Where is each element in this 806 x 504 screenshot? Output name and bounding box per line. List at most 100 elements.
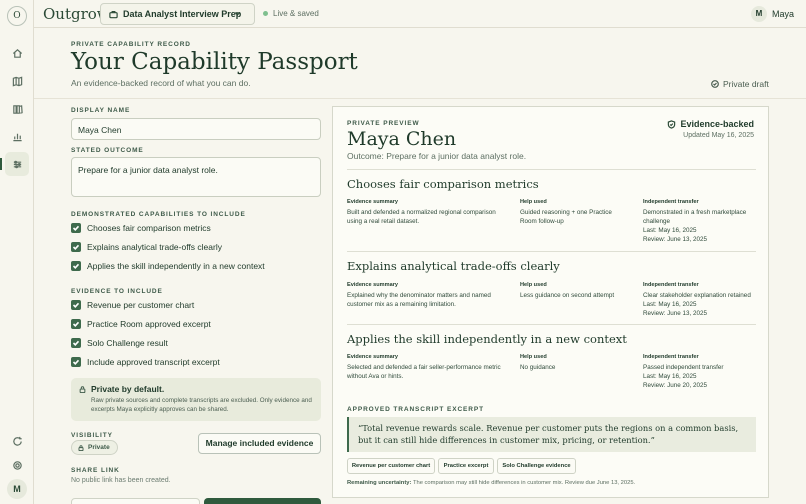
transfer-heading: Independent transfer [643,354,699,360]
chart-icon[interactable] [8,127,26,145]
evidence-summary-heading: Evidence summary [347,354,398,360]
badge-label: Evidence-backed [680,119,754,129]
evidence-summary-heading: Evidence summary [347,282,398,288]
evidence-summary: Evidence summary Built and defended a no… [347,198,507,226]
display-name-input[interactable]: Maya Chen [71,118,321,140]
independent-transfer: Independent transfer Passed independent … [643,353,758,390]
evidence-checkbox[interactable]: Solo Challenge result [71,338,168,348]
capability-checkbox[interactable]: Chooses fair comparison metrics [71,223,211,233]
check-icon [72,340,80,346]
check-circle-icon [711,80,719,88]
chevron-down-icon [234,12,241,16]
remaining-uncertainty: Remaining uncertainty: The comparison ma… [347,480,635,486]
user-menu[interactable]: M Maya [750,6,794,22]
lock-icon [79,386,86,393]
help-used-text: Less guidance on second attempt [520,292,615,299]
checkbox[interactable] [71,300,81,310]
help-used-heading: Help used [520,354,547,360]
refresh-icon[interactable] [8,432,26,450]
outcome-textarea[interactable]: Prepare for a junior data analyst role. [71,157,321,197]
preview-outcome: Outcome: Prepare for a junior data analy… [347,151,527,161]
passport-preview-card: PRIVATE PREVIEW Maya Chen Outcome: Prepa… [332,106,769,498]
updated-date: Updated May 16, 2025 [683,132,754,139]
settings-sliders-icon[interactable] [5,152,29,176]
status-dot-icon [263,11,268,16]
checkbox[interactable] [71,223,81,233]
transfer-text: Demonstrated in a fresh marketplace chal… [643,209,747,225]
avatar[interactable]: M [7,479,27,499]
transfer-text: Clear stakeholder explanation retained [643,292,751,299]
evidence-chip[interactable]: Solo Challenge evidence [497,458,576,474]
display-name-label: DISPLAY NAME [71,107,131,114]
app-logo[interactable]: O [7,6,27,26]
evidence-chip[interactable]: Practice excerpt [438,458,494,474]
transfer-text: Passed independent transfer [643,364,724,371]
primary-action-button[interactable] [204,498,321,504]
visibility-badge[interactable]: Private [71,440,118,455]
checkbox[interactable] [71,357,81,367]
checkbox[interactable] [71,242,81,252]
map-icon[interactable] [8,72,26,90]
capability-title: Chooses fair comparison metrics [347,177,539,191]
user-avatar: M [750,6,767,22]
evidence-item-label: Revenue per customer chart [87,300,195,310]
divider [347,169,756,170]
privacy-body: Raw private sources and complete transcr… [91,397,312,413]
transcript-quote: “Total revenue rewards scale. Revenue pe… [347,417,756,452]
remaining-label: Remaining uncertainty: [347,480,412,486]
library-icon[interactable] [8,100,26,118]
home-icon[interactable] [8,44,26,62]
help-used-text: Guided reasoning + one Practice Room fol… [520,209,612,225]
evidence-summary-text: Explained why the denominator matters an… [347,292,491,308]
transfer-last: Last: May 16, 2025 [643,373,697,380]
check-icon [72,225,80,231]
capability-checkbox[interactable]: Explains analytical trade-offs clearly [71,242,222,252]
secondary-action-button[interactable] [71,498,200,504]
check-icon [72,263,80,269]
checkbox[interactable] [71,261,81,271]
transfer-heading: Independent transfer [643,199,699,205]
transfer-last: Last: May 16, 2025 [643,301,697,308]
evidence-checkbox[interactable]: Revenue per customer chart [71,300,194,310]
help-used-text: No guidance [520,364,556,371]
save-status: Live & saved [263,9,319,18]
draft-label: Private draft [723,79,769,89]
help-used-heading: Help used [520,199,547,205]
checkbox[interactable] [71,338,81,348]
preview-name: Maya Chen [347,128,457,150]
page-eyebrow: PRIVATE CAPABILITY RECORD [71,41,191,48]
gear-icon[interactable] [8,456,26,474]
help-used-heading: Help used [520,282,547,288]
transfer-review: Review: June 13, 2025 [643,236,708,243]
evidence-item-label: Solo Challenge result [87,338,168,348]
visibility-label: VISIBILITY [71,432,113,439]
checkbox[interactable] [71,319,81,329]
capability-checkbox[interactable]: Applies the skill independently in a new… [71,261,265,271]
evidence-summary-heading: Evidence summary [347,199,398,205]
draft-status: Private draft [711,79,769,89]
page-title: Your Capability Passport [71,49,358,75]
evidence-summary: Evidence summary Selected and defended a… [347,353,512,381]
transfer-review: Review: June 13, 2025 [643,310,708,317]
evidence-summary-text: Built and defended a normalized regional… [347,209,496,225]
workspace-selector[interactable]: Data Analyst Interview Prep [100,3,255,25]
manage-evidence-button[interactable]: Manage included evidence [198,433,321,454]
capability-title: Explains analytical trade-offs clearly [347,259,560,273]
help-used: Help used No guidance [520,353,628,372]
help-used: Help used Less guidance on second attemp… [520,281,628,300]
check-icon [72,321,80,327]
capabilities-label: DEMONSTRATED CAPABILITIES TO INCLUDE [71,211,246,218]
briefcase-icon [109,10,118,18]
capability-label: Explains analytical trade-offs clearly [87,242,222,252]
evidence-chip[interactable]: Revenue per customer chart [347,458,435,474]
evidence-item-label: Include approved transcript excerpt [87,357,220,367]
divider [34,98,806,99]
evidence-checkbox[interactable]: Include approved transcript excerpt [71,357,220,367]
shield-check-icon [668,119,676,129]
privacy-title: Private by default. [91,384,165,394]
user-name: Maya [771,9,794,19]
help-used: Help used Guided reasoning + one Practic… [520,198,628,226]
evidence-checkbox[interactable]: Practice Room approved excerpt [71,319,211,329]
active-nav-marker [0,158,2,170]
transfer-heading: Independent transfer [643,282,699,288]
